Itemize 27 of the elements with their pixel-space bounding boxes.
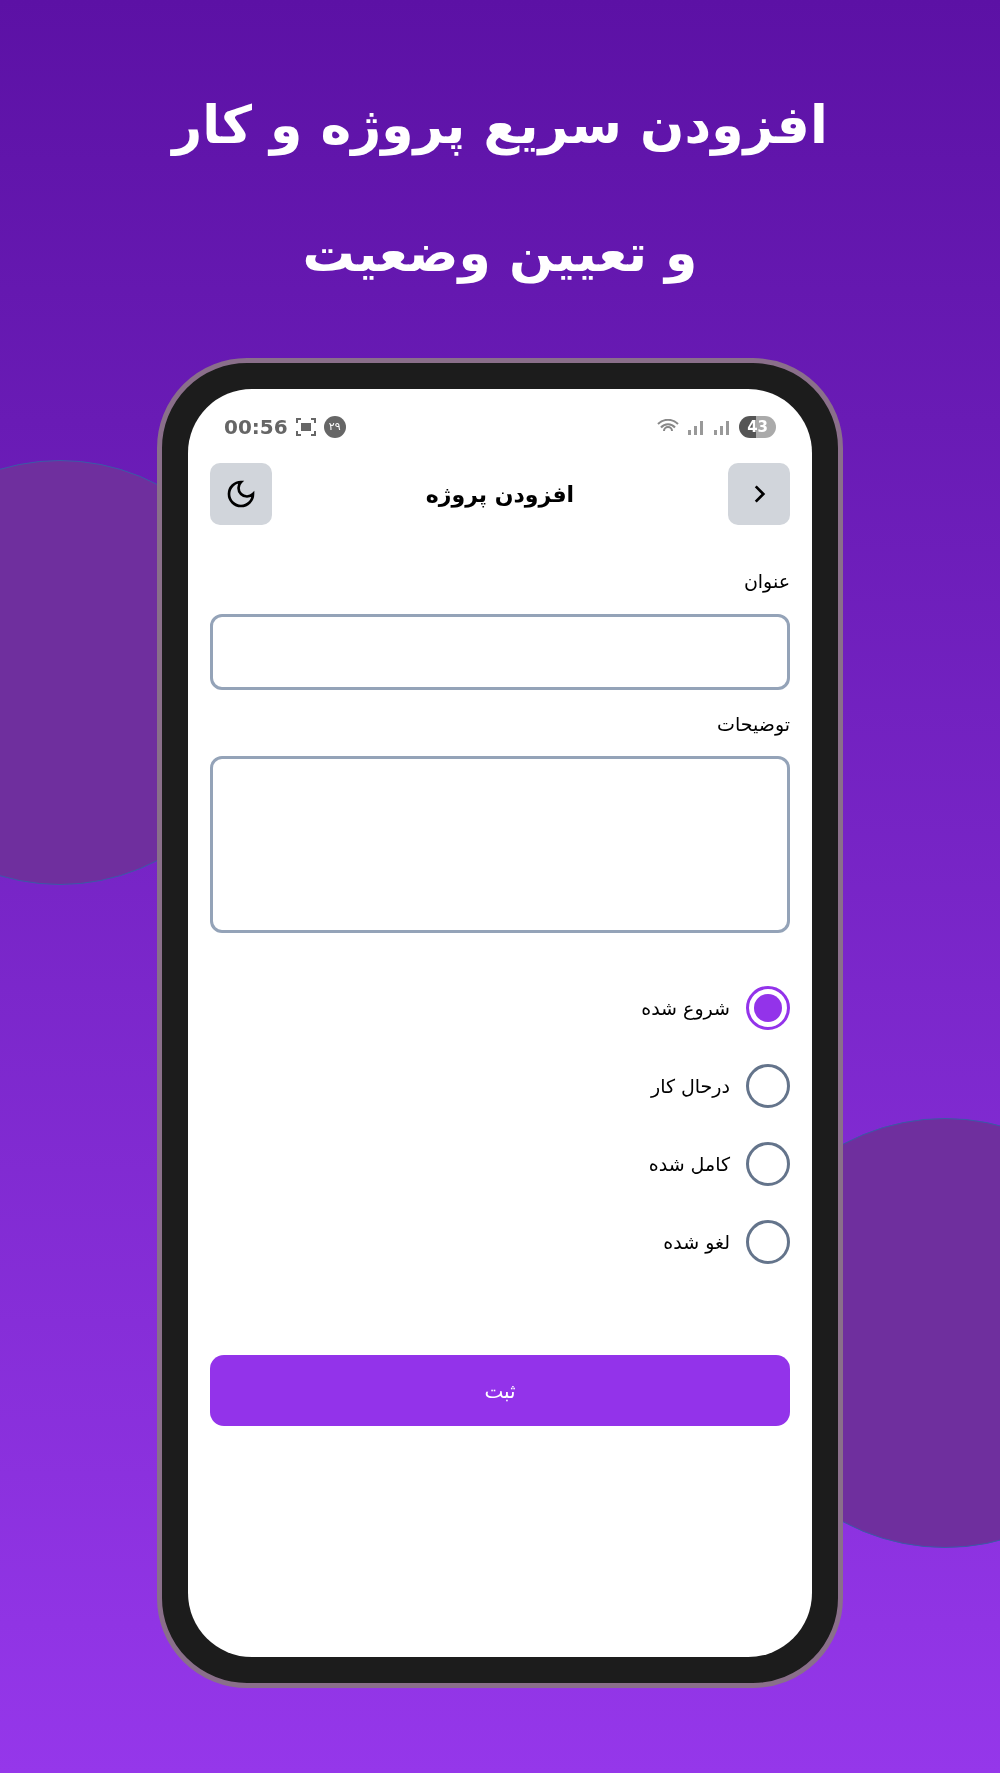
headline: و تعیین وضعیت — [302, 222, 698, 286]
radio-button[interactable] — [746, 1064, 790, 1108]
theme-toggle-button[interactable] — [210, 463, 272, 525]
title-field[interactable] — [210, 613, 790, 690]
description-field[interactable] — [210, 756, 790, 933]
field-label: عنوان — [742, 569, 790, 595]
moon-icon — [225, 478, 257, 510]
radio-label: درحال کار — [650, 1073, 730, 1100]
submit-button[interactable]: ثبت — [210, 1355, 790, 1426]
radio-label: شروع شده — [641, 995, 730, 1022]
status-time: 00:56 — [224, 414, 288, 441]
page-title: افزودن پروژه — [425, 480, 575, 510]
radio-label: لغو شده — [663, 1229, 730, 1256]
signal-icon — [713, 419, 732, 435]
radio-button[interactable] — [746, 1220, 790, 1264]
notification-badge: ۲۹ — [323, 416, 346, 438]
radio-button[interactable] — [746, 1142, 790, 1186]
headline: افزودن سریع پروژه و کار — [172, 94, 828, 158]
signal-icon — [687, 419, 706, 435]
status-option[interactable]: کامل شده — [210, 1125, 790, 1203]
field-label: توضیحات — [716, 711, 790, 738]
status-option[interactable]: درحال کار — [210, 1047, 790, 1125]
status-option[interactable]: لغو شده — [210, 1203, 790, 1281]
radio-button[interactable] — [746, 986, 790, 1030]
radio-label: کامل شده — [648, 1151, 730, 1177]
screenshot-icon — [295, 418, 316, 436]
status-option[interactable]: شروع شده — [210, 969, 790, 1047]
